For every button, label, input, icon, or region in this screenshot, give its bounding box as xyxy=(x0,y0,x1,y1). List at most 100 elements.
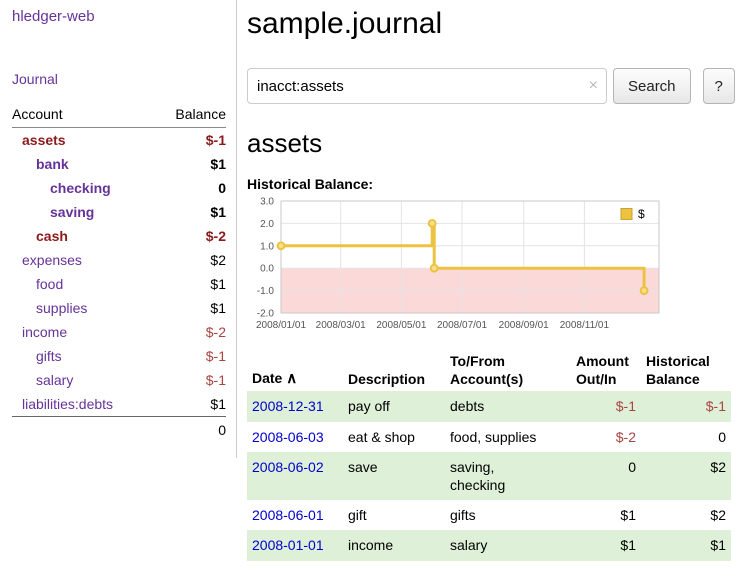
historical-balance-chart: 3.0 2.0 1.0 0.0 -1.0 -2.02008/01/01 2008/03/01… xyxy=(247,196,665,332)
account-row: cash $-2 xyxy=(12,224,226,248)
transaction-date-link[interactable]: 2008-06-01 xyxy=(252,507,324,523)
transaction-accounts: debts xyxy=(445,391,571,421)
account-row: assets $-1 xyxy=(12,128,226,152)
account-balance: 0 xyxy=(218,179,226,197)
sort-ascending-icon: ∧ xyxy=(286,370,297,387)
transaction-balance: $1 xyxy=(641,530,731,560)
col-account-label: Account xyxy=(12,105,63,123)
transaction-balance: $-1 xyxy=(641,391,731,421)
transaction-amount: $-2 xyxy=(571,422,641,452)
sidebar-account-cash[interactable]: cash xyxy=(12,227,68,245)
transaction-amount: $1 xyxy=(571,500,641,530)
account-balance: $2 xyxy=(210,251,226,269)
sidebar-account-bank[interactable]: bank xyxy=(12,155,69,173)
account-row: liabilities:debts $1 xyxy=(12,392,226,416)
svg-text:1.0: 1.0 xyxy=(260,241,274,252)
col-header-amount: Amount Out/In xyxy=(571,349,641,391)
svg-text:-2.0: -2.0 xyxy=(257,309,275,320)
accounts-table-header: Account Balance xyxy=(12,101,226,128)
svg-text:$: $ xyxy=(638,207,645,221)
transaction-date-link[interactable]: 2008-01-01 xyxy=(252,537,324,553)
search-input[interactable] xyxy=(247,68,607,104)
transaction-amount: $1 xyxy=(571,530,641,560)
register-row: 2008-06-01 gift gifts $1 $2 xyxy=(247,500,731,530)
account-row: expenses $2 xyxy=(12,248,226,272)
accounts-total-value: 0 xyxy=(218,421,226,439)
account-row: food $1 xyxy=(12,272,226,296)
transaction-balance: $2 xyxy=(641,452,731,500)
svg-text:2008/07/01: 2008/07/01 xyxy=(437,320,487,331)
svg-text:2008/09/01: 2008/09/01 xyxy=(499,320,549,331)
register-row: 2008-06-02 save saving, checking 0 $2 xyxy=(247,452,731,500)
transaction-accounts: salary xyxy=(445,530,571,560)
account-row: checking 0 xyxy=(12,176,226,200)
col-header-date[interactable]: Date ∧ xyxy=(247,349,343,391)
account-row: bank $1 xyxy=(12,152,226,176)
transaction-accounts: gifts xyxy=(445,500,571,530)
sidebar-account-expenses[interactable]: expenses xyxy=(12,251,82,269)
account-row: income $-2 xyxy=(12,320,226,344)
transaction-date-link[interactable]: 2008-06-02 xyxy=(252,459,324,475)
register-header-row: Date ∧ Description To/From Account(s) Am… xyxy=(247,349,731,391)
account-balance: $1 xyxy=(210,275,226,293)
transaction-amount: 0 xyxy=(571,452,641,500)
svg-text:0.0: 0.0 xyxy=(260,264,274,275)
transaction-accounts: food, supplies xyxy=(445,422,571,452)
register-row: 2008-01-01 income salary $1 $1 xyxy=(247,530,731,560)
transaction-accounts: saving, checking xyxy=(445,452,571,500)
transaction-description: income xyxy=(343,530,445,560)
accounts-balance-table: Account Balance assets $-1 bank $1 check… xyxy=(12,101,226,443)
search-bar: × Search ? xyxy=(247,68,735,104)
account-balance: $1 xyxy=(210,395,226,413)
sidebar-account-supplies[interactable]: supplies xyxy=(12,299,87,317)
main-content: sample.journal × Search ? assets Histori… xyxy=(237,0,742,561)
page-title: sample.journal xyxy=(247,6,735,42)
sidebar-account-income[interactable]: income xyxy=(12,323,67,341)
transaction-balance: $2 xyxy=(641,500,731,530)
account-heading: assets xyxy=(247,128,735,158)
sidebar-account-saving[interactable]: saving xyxy=(12,203,94,221)
transaction-balance: 0 xyxy=(641,422,731,452)
account-balance: $-2 xyxy=(206,323,226,341)
svg-text:2008/05/01: 2008/05/01 xyxy=(376,320,426,331)
transaction-description: pay off xyxy=(343,391,445,421)
account-row: supplies $1 xyxy=(12,296,226,320)
transaction-date-link[interactable]: 2008-12-31 xyxy=(252,398,324,414)
account-row: gifts $-1 xyxy=(12,344,226,368)
transaction-amount: $-1 xyxy=(571,391,641,421)
clear-search-icon[interactable]: × xyxy=(589,76,598,96)
sidebar-item-journal[interactable]: Journal xyxy=(12,71,226,87)
svg-text:2008/11/01: 2008/11/01 xyxy=(560,320,610,331)
sidebar-account-liabilities-debts[interactable]: liabilities:debts xyxy=(12,395,113,413)
search-button[interactable]: Search xyxy=(613,68,691,104)
svg-text:2008/03/01: 2008/03/01 xyxy=(316,320,366,331)
col-header-description: Description xyxy=(343,349,445,391)
transaction-date-link[interactable]: 2008-06-03 xyxy=(252,429,324,445)
sidebar-account-gifts[interactable]: gifts xyxy=(12,347,62,365)
help-button[interactable]: ? xyxy=(703,68,735,104)
sidebar-account-food[interactable]: food xyxy=(12,275,63,293)
account-balance: $-1 xyxy=(206,347,226,365)
account-balance: $1 xyxy=(210,203,226,221)
account-balance: $-1 xyxy=(206,371,226,389)
svg-text:2.0: 2.0 xyxy=(260,219,274,230)
account-balance: $-1 xyxy=(206,131,226,149)
chart-title: Historical Balance: xyxy=(247,176,735,192)
sidebar-account-salary[interactable]: salary xyxy=(12,371,73,389)
sidebar-account-assets[interactable]: assets xyxy=(12,131,66,149)
register-table: Date ∧ Description To/From Account(s) Am… xyxy=(247,349,731,561)
svg-text:-1.0: -1.0 xyxy=(257,286,275,297)
transaction-description: gift xyxy=(343,500,445,530)
sidebar-account-checking[interactable]: checking xyxy=(12,179,111,197)
register-row: 2008-06-03 eat & shop food, supplies $-2… xyxy=(247,422,731,452)
transaction-description: eat & shop xyxy=(343,422,445,452)
accounts-total-row: 0 xyxy=(12,416,226,443)
svg-text:3.0: 3.0 xyxy=(260,197,274,208)
col-header-accounts: To/From Account(s) xyxy=(445,349,571,391)
transaction-description: save xyxy=(343,452,445,500)
app-window: hledger-web Journal Account Balance asse… xyxy=(0,0,742,561)
account-row: saving $1 xyxy=(12,200,226,224)
col-header-balance: Historical Balance xyxy=(641,349,731,391)
brand-link[interactable]: hledger-web xyxy=(12,8,95,25)
svg-text:2008/01/01: 2008/01/01 xyxy=(256,320,306,331)
